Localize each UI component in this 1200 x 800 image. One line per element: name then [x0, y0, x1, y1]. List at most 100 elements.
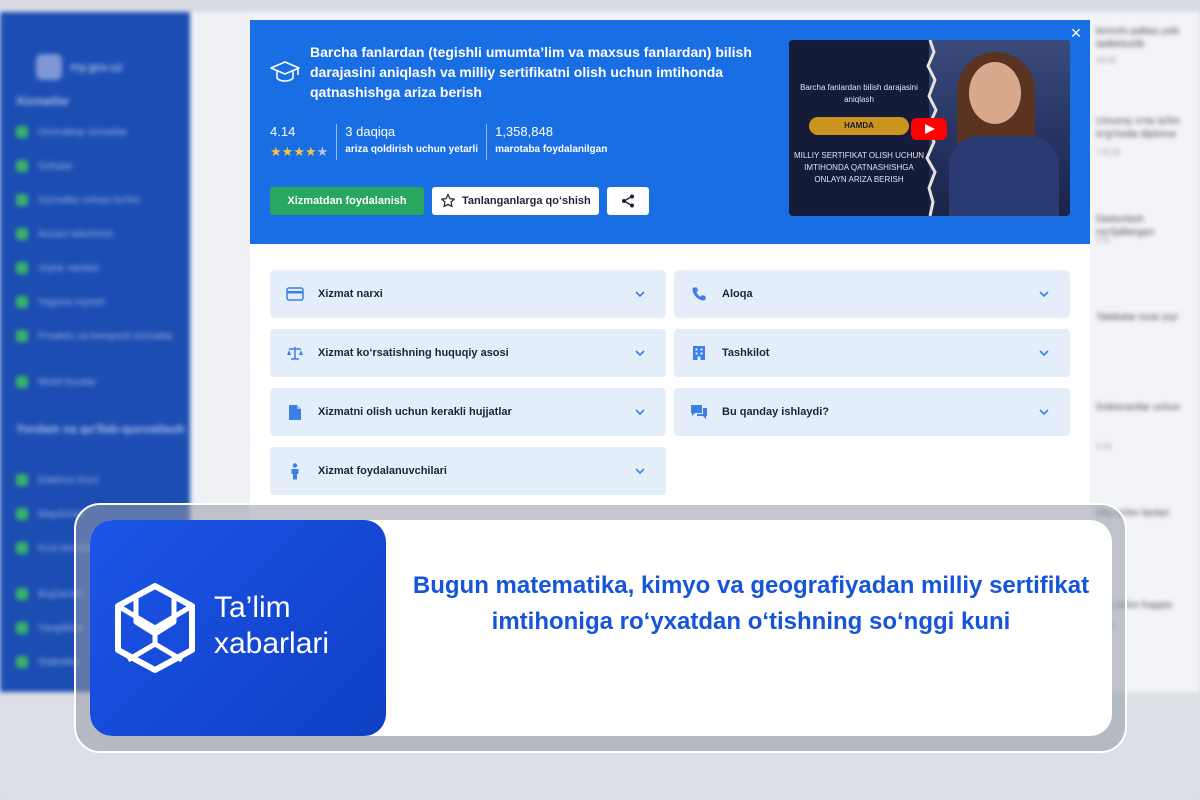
sidebar-item[interactable]: Joylar xaritasi — [16, 262, 99, 274]
youtube-play-icon[interactable] — [911, 118, 947, 140]
use-service-button[interactable]: Xizmatdan foydalanish — [270, 187, 424, 215]
duration-value: 3 daqiqa — [345, 124, 396, 139]
video-person-face — [969, 62, 1021, 124]
site-logo-icon — [36, 54, 62, 80]
sidebar-item-icon — [16, 330, 28, 342]
accordion-label: Xizmat narxi — [318, 288, 383, 300]
phone-icon — [690, 285, 708, 303]
action-buttons: Xizmatdan foydalanish Tanlanganlarga qo‘… — [270, 187, 649, 215]
site-name: my.gov.uz — [70, 60, 123, 74]
sidebar-item-icon — [16, 160, 28, 172]
sidebar-item-label: Sohalar — [38, 160, 73, 172]
chevron-down-icon — [635, 409, 645, 416]
sidebar-item[interactable]: Elektron imzo — [16, 474, 99, 486]
sidebar-item-icon — [16, 656, 28, 668]
share-button[interactable] — [606, 187, 649, 215]
related-item[interactable]: Talabalar turar joyi — [1096, 312, 1196, 325]
related-item[interactable]: Umumiy o'rta ta'lim to'g'risida diploma — [1096, 116, 1196, 141]
sidebar-section-services: Xizmatlar — [16, 94, 70, 108]
accordion-required-documents[interactable]: Xizmatni olish uchun kerakli hujjatlar — [270, 388, 666, 436]
star-icon: ★ — [281, 144, 294, 159]
related-item-meta: 27K — [1096, 236, 1111, 245]
usage-stat: 1,358,848 marotaba foydalanilgan — [486, 124, 615, 160]
video-text-top: Barcha fanlardan bilish darajasini aniql… — [800, 83, 918, 104]
accordion-legal-basis[interactable]: Xizmat ko‘rsatishning huquqiy asosi — [270, 329, 666, 377]
related-item[interactable]: Doktorantlar uchun — [1096, 402, 1196, 415]
service-stats: 4.14 ★★★★★ 3 daqiqa ariza qoldirish uchu… — [270, 124, 615, 160]
sidebar-item-label: Yagona reyestr — [38, 296, 106, 308]
sidebar-item[interactable]: Statistika — [16, 656, 79, 668]
service-title: Barcha fanlardan (tegishli umumta’lim va… — [310, 44, 752, 100]
chevron-down-icon — [635, 291, 645, 298]
sidebar-item-icon — [16, 194, 28, 206]
sidebar-item-icon — [16, 262, 28, 274]
brand-name: Ta’lim xabarlari — [214, 590, 329, 662]
sidebar-item[interactable]: Xizmatlar sohasi bo'lim — [16, 194, 140, 206]
star-icon: ★ — [293, 144, 305, 159]
brand-name-line1: Ta’lim — [214, 591, 291, 624]
star-icon: ★ — [270, 144, 282, 159]
sidebar-item-icon — [16, 296, 28, 308]
sidebar-item[interactable]: Ommabop xizmatlar — [16, 126, 127, 138]
chevron-down-icon — [635, 350, 645, 357]
usage-count: 1,358,848 — [495, 124, 553, 139]
sidebar-item-label: Xizmatlar sohasi bo'lim — [38, 194, 140, 206]
sidebar-item-icon — [16, 622, 28, 634]
brand-block: Ta’lim xabarlari — [90, 520, 386, 736]
sidebar-item-label: Statistika — [38, 656, 79, 668]
video-pill: HAMDA — [809, 117, 909, 135]
related-item[interactable]: birinchi pallasi yoki tadbirkorlik — [1096, 26, 1196, 51]
star-icon: ★ — [304, 144, 317, 159]
news-banner: Ta’lim xabarlari Bugun matematika, kimyo… — [90, 520, 1112, 736]
sidebar-item[interactable]: Proaktiv va kompozit xizmatlar — [16, 330, 173, 342]
card-icon — [286, 285, 304, 303]
accordion-label: Xizmat ko‘rsatishning huquqiy asosi — [318, 347, 509, 359]
scales-icon — [286, 344, 304, 362]
sidebar-item-icon — [16, 376, 28, 388]
sidebar-item[interactable]: Mobil ilovalar — [16, 376, 96, 388]
accordion-service-price[interactable]: Xizmat narxi — [270, 270, 666, 318]
related-item-meta: 28.08 — [1096, 56, 1117, 65]
accordion-service-users[interactable]: Xizmat foydalanuvchilari — [270, 447, 666, 495]
sidebar-item[interactable]: Maydonlar — [16, 508, 85, 520]
chevron-down-icon — [635, 468, 645, 475]
sidebar-item-icon — [16, 474, 28, 486]
sidebar-item[interactable]: Yagona reyestr — [16, 296, 105, 308]
star-outline-icon — [441, 193, 455, 208]
document-icon — [286, 403, 304, 421]
duration-stat: 3 daqiqa ariza qoldirish uchun yetarli — [336, 124, 486, 160]
star-empty-icon: ★ — [316, 144, 329, 159]
accordion-contact[interactable]: Aloqa — [674, 270, 1070, 318]
accordion-label: Xizmatni olish uchun kerakli hujjatlar — [318, 406, 512, 418]
accordion-label: Tashkilot — [722, 347, 770, 359]
sidebar-section-help: Yordam va qo'llab-quvvatlash — [16, 422, 185, 436]
chevron-down-icon — [1039, 409, 1049, 416]
sidebar-item-icon — [16, 126, 28, 138]
chevron-down-icon — [1039, 291, 1049, 298]
site-logo: my.gov.uz — [36, 54, 123, 80]
rating-stars: ★★★★★ — [270, 144, 328, 160]
sidebar-item-label: Joylar xaritasi — [38, 262, 100, 274]
sidebar-item-icon — [16, 508, 28, 520]
service-hero: × Barcha fanlardan (tegishli umumta’lim … — [250, 20, 1090, 244]
accordion-how-it-works[interactable]: Bu qanday ishlaydi? — [674, 388, 1070, 436]
sidebar-item[interactable]: Arizani tekshirish — [16, 228, 114, 240]
add-to-favorites-label: Tanlanganlarga qo‘shish — [462, 195, 591, 207]
brand-name-line2: xabarlari — [214, 627, 330, 660]
related-item-meta: 778.2K — [1096, 148, 1122, 157]
sidebar-item-icon — [16, 228, 28, 240]
person-icon — [286, 462, 304, 480]
accordion-label: Aloqa — [722, 288, 753, 300]
chat-icon — [690, 403, 708, 421]
rating-stat: 4.14 ★★★★★ — [270, 124, 336, 160]
rating-value: 4.14 — [270, 124, 296, 139]
news-headline: Bugun matematika, kimyo va geografiyadan… — [412, 572, 1090, 635]
accordion-organization[interactable]: Tashkilot — [674, 329, 1070, 377]
sidebar-item-label: Mobil ilovalar — [38, 376, 97, 388]
video-person-body — [949, 136, 1059, 216]
building-icon — [690, 344, 708, 362]
sidebar-item[interactable]: Sohalar — [16, 160, 72, 172]
video-thumbnail[interactable]: Barcha fanlardan bilish darajasini aniql… — [789, 40, 1070, 216]
add-to-favorites-button[interactable]: Tanlanganlarga qo‘shish — [432, 187, 599, 215]
video-text-bottom: MILLIY SERTIFIKAT OLISH UCHUN IMTIHONDA … — [793, 151, 925, 184]
